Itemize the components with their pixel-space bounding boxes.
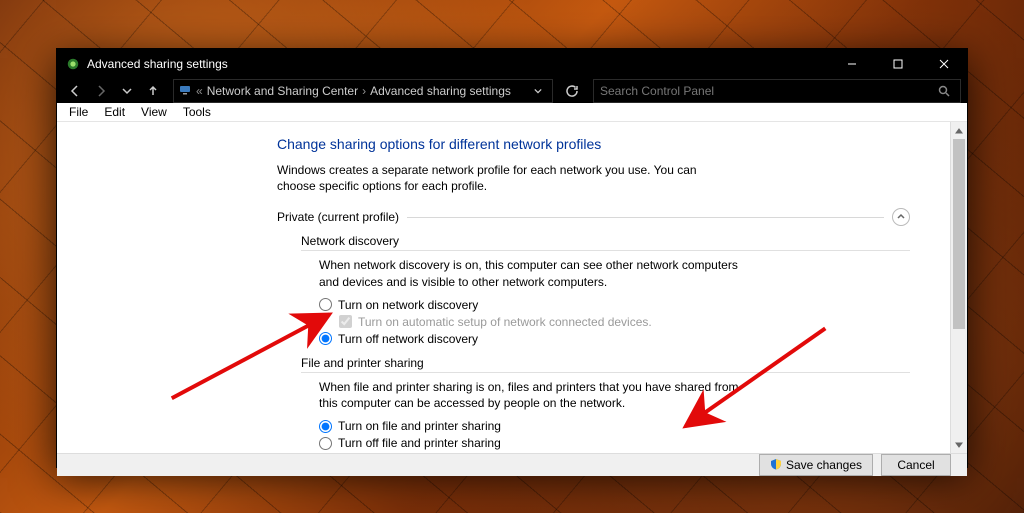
app-window: Advanced sharing settings « <box>56 48 968 468</box>
vertical-scrollbar[interactable] <box>950 122 967 453</box>
content-pane: Change sharing options for different net… <box>57 122 950 453</box>
cancel-label: Cancel <box>897 458 934 472</box>
fps-desc: When file and printer sharing is on, fil… <box>319 379 739 411</box>
menu-tools[interactable]: Tools <box>175 103 219 121</box>
back-button[interactable] <box>63 79 87 103</box>
radio-fps-on-label: Turn on file and printer sharing <box>338 419 501 433</box>
search-box[interactable] <box>593 79 961 103</box>
maximize-button[interactable] <box>875 49 921 79</box>
divider <box>301 372 910 373</box>
address-history-dropdown[interactable] <box>528 84 548 98</box>
fps-title: File and printer sharing <box>301 356 424 370</box>
radio-fps-off-input[interactable] <box>319 437 332 450</box>
radio-netdisc-on-input[interactable] <box>319 298 332 311</box>
forward-button[interactable] <box>89 79 113 103</box>
recent-dropdown[interactable] <box>115 79 139 103</box>
scroll-thumb[interactable] <box>953 139 965 329</box>
checkbox-auto-setup-label: Turn on automatic setup of network conne… <box>358 315 652 329</box>
radio-netdisc-on[interactable]: Turn on network discovery <box>319 298 910 312</box>
titlebar: Advanced sharing settings <box>57 49 967 79</box>
breadcrumb-current[interactable]: Advanced sharing settings <box>370 84 511 98</box>
radio-netdisc-off[interactable]: Turn off network discovery <box>319 332 910 346</box>
checkbox-auto-setup-input <box>339 315 352 328</box>
checkbox-auto-setup: Turn on automatic setup of network conne… <box>339 315 910 329</box>
footer: Save changes Cancel <box>57 453 967 476</box>
window-title: Advanced sharing settings <box>87 57 228 71</box>
radio-netdisc-off-input[interactable] <box>319 332 332 345</box>
radio-netdisc-off-label: Turn off network discovery <box>338 332 478 346</box>
refresh-button[interactable] <box>561 80 583 102</box>
save-changes-label: Save changes <box>786 458 862 472</box>
search-icon <box>934 85 954 97</box>
section-file-printer-sharing: File and printer sharing When file and p… <box>301 356 910 450</box>
radio-fps-off[interactable]: Turn off file and printer sharing <box>319 436 910 450</box>
page-heading: Change sharing options for different net… <box>277 136 910 152</box>
navbar: « Network and Sharing Center › Advanced … <box>57 79 967 103</box>
divider <box>301 250 910 251</box>
netdisc-desc: When network discovery is on, this compu… <box>319 257 739 289</box>
scroll-up-button[interactable] <box>951 122 967 139</box>
menu-view[interactable]: View <box>133 103 175 121</box>
radio-netdisc-on-label: Turn on network discovery <box>338 298 478 312</box>
group-private-header[interactable]: Private (current profile) <box>277 208 910 226</box>
search-input[interactable] <box>600 84 934 98</box>
save-changes-button[interactable]: Save changes <box>759 454 873 476</box>
scroll-down-button[interactable] <box>951 436 967 453</box>
group-private-label: Private (current profile) <box>277 210 399 224</box>
radio-fps-on[interactable]: Turn on file and printer sharing <box>319 419 910 433</box>
menu-edit[interactable]: Edit <box>96 103 133 121</box>
content-area: Change sharing options for different net… <box>57 122 967 453</box>
section-network-discovery: Network discovery When network discovery… <box>301 234 910 345</box>
radio-fps-off-label: Turn off file and printer sharing <box>338 436 501 450</box>
cancel-button[interactable]: Cancel <box>881 454 951 476</box>
page-description: Windows creates a separate network profi… <box>277 162 737 194</box>
chevron-right-icon: › <box>362 84 366 98</box>
address-bar[interactable]: « Network and Sharing Center › Advanced … <box>173 79 553 103</box>
close-button[interactable] <box>921 49 967 79</box>
location-icon <box>178 83 192 100</box>
menubar: File Edit View Tools <box>57 103 967 122</box>
radio-fps-on-input[interactable] <box>319 420 332 433</box>
menu-file[interactable]: File <box>61 103 96 121</box>
minimize-button[interactable] <box>829 49 875 79</box>
breadcrumb-parent[interactable]: Network and Sharing Center <box>207 84 358 98</box>
divider <box>407 217 884 218</box>
netdisc-title: Network discovery <box>301 234 399 248</box>
up-button[interactable] <box>141 79 165 103</box>
shield-icon <box>770 458 782 473</box>
app-icon <box>65 56 81 72</box>
collapse-icon[interactable] <box>892 208 910 226</box>
chevron-left-icon: « <box>196 84 203 98</box>
